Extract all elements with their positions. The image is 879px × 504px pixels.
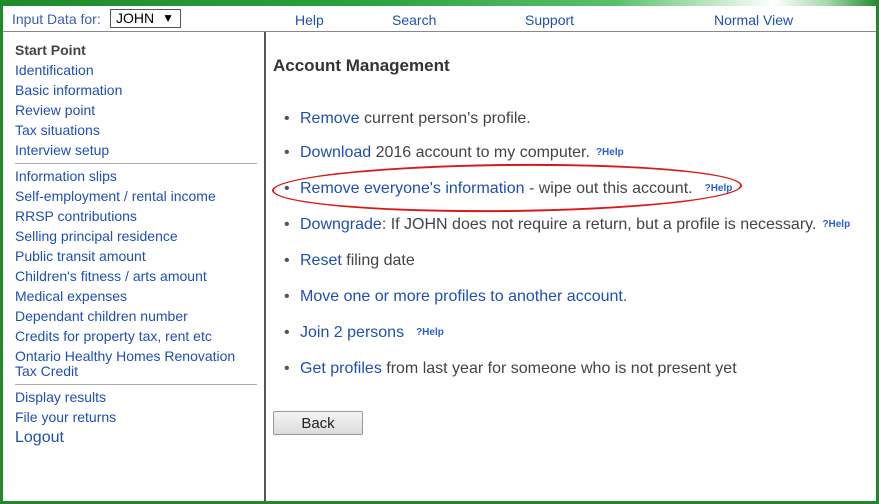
page-title: Account Management <box>273 56 450 75</box>
bullet: • <box>284 324 290 341</box>
downgrade-link[interactable]: Downgrade <box>300 216 382 233</box>
sidebar-item-basic-information[interactable]: Basic information <box>15 83 122 98</box>
sidebar-item-review-point[interactable]: Review point <box>15 103 95 118</box>
remove-profile-link[interactable]: Remove <box>300 110 360 127</box>
back-button[interactable]: Back <box>273 411 363 435</box>
sidebar-item-principal-residence[interactable]: Selling principal residence <box>15 229 178 244</box>
top-nav-bar: Input Data for: JOHN ▼ Help Search Suppo… <box>3 6 876 32</box>
sidebar-item-information-slips[interactable]: Information slips <box>15 169 117 184</box>
sidebar-item-logout[interactable]: Logout <box>15 430 64 446</box>
sidebar-item-self-employment[interactable]: Self-employment / rental income <box>15 189 216 204</box>
bullet: • <box>284 252 290 269</box>
help-link[interactable]: Help <box>295 12 324 28</box>
sidebar-item-dependant-children[interactable]: Dependant children number <box>15 309 188 324</box>
option-text: from last year for someone who is not pr… <box>381 360 737 377</box>
option-download-account: • Download 2016 account to my computer.?… <box>284 144 624 162</box>
move-profiles-link[interactable]: Move one or more profiles to another acc… <box>300 288 627 305</box>
option-reset-filing-date: • Reset filing date <box>284 252 415 270</box>
person-select-value: JOHN <box>116 10 155 26</box>
option-text: current person's profile. <box>359 110 531 127</box>
reset-link[interactable]: Reset <box>300 252 342 269</box>
support-link[interactable]: Support <box>525 12 574 28</box>
sidebar-item-rrsp[interactable]: RRSP contributions <box>15 209 137 224</box>
sidebar-divider <box>15 384 257 385</box>
bullet: • <box>284 288 290 305</box>
help-link-join[interactable]: ?Help <box>416 327 444 338</box>
option-move-profiles: • Move one or more profiles to another a… <box>284 288 627 306</box>
sidebar-item-start-point[interactable]: Start Point <box>15 43 86 58</box>
option-remove-profile: • Remove current person's profile. <box>284 110 531 128</box>
sidebar-item-medical-expenses[interactable]: Medical expenses <box>15 289 127 304</box>
option-text: - wipe out this account. <box>524 180 693 197</box>
sidebar-item-tax-situations[interactable]: Tax situations <box>15 123 100 138</box>
sidebar-item-public-transit[interactable]: Public transit amount <box>15 249 146 264</box>
bullet: • <box>284 180 290 197</box>
sidebar-item-interview-setup[interactable]: Interview setup <box>15 143 109 158</box>
sidebar-item-property-tax-credits[interactable]: Credits for property tax, rent etc <box>15 329 212 344</box>
bullet: • <box>284 360 290 377</box>
option-text: filing date <box>341 252 415 269</box>
sidebar-item-file-returns[interactable]: File your returns <box>15 410 116 425</box>
option-downgrade: • Downgrade: If JOHN does not require a … <box>284 216 850 234</box>
option-join-persons: • Join 2 persons ?Help <box>284 324 444 342</box>
dropdown-arrow-icon: ▼ <box>162 11 174 25</box>
help-link-downgrade[interactable]: ?Help <box>822 219 850 230</box>
sidebar-item-identification[interactable]: Identification <box>15 63 94 78</box>
option-get-profiles: • Get profiles from last year for someon… <box>284 360 737 378</box>
sidebar-item-childrens-fitness[interactable]: Children's fitness / arts amount <box>15 269 207 284</box>
sidebar-item-display-results[interactable]: Display results <box>15 390 106 405</box>
download-account-link[interactable]: Download <box>300 144 371 161</box>
bullet: • <box>284 144 290 161</box>
input-data-label: Input Data for: <box>12 11 101 27</box>
option-text: 2016 account to my computer. <box>371 144 590 161</box>
help-link-remove-everyone[interactable]: ?Help <box>705 183 733 194</box>
join-persons-link[interactable]: Join 2 persons <box>300 324 404 341</box>
person-select[interactable]: JOHN ▼ <box>110 9 181 28</box>
search-link[interactable]: Search <box>392 12 436 28</box>
sidebar-nav: Start Point Identification Basic informa… <box>3 32 266 501</box>
bullet: • <box>284 110 290 127</box>
sidebar-item-ontario-renovation-credit[interactable]: Ontario Healthy Homes Renovation Tax Cre… <box>15 349 260 379</box>
help-link-download[interactable]: ?Help <box>596 147 624 158</box>
option-remove-everyone: • Remove everyone's information - wipe o… <box>284 180 733 198</box>
normal-view-link[interactable]: Normal View <box>714 12 793 28</box>
remove-everyone-link[interactable]: Remove everyone's information <box>300 180 525 197</box>
get-profiles-link[interactable]: Get profiles <box>300 360 382 377</box>
sidebar-divider <box>15 163 257 164</box>
bullet: • <box>284 216 290 233</box>
option-text: : If JOHN does not require a return, but… <box>381 216 817 233</box>
